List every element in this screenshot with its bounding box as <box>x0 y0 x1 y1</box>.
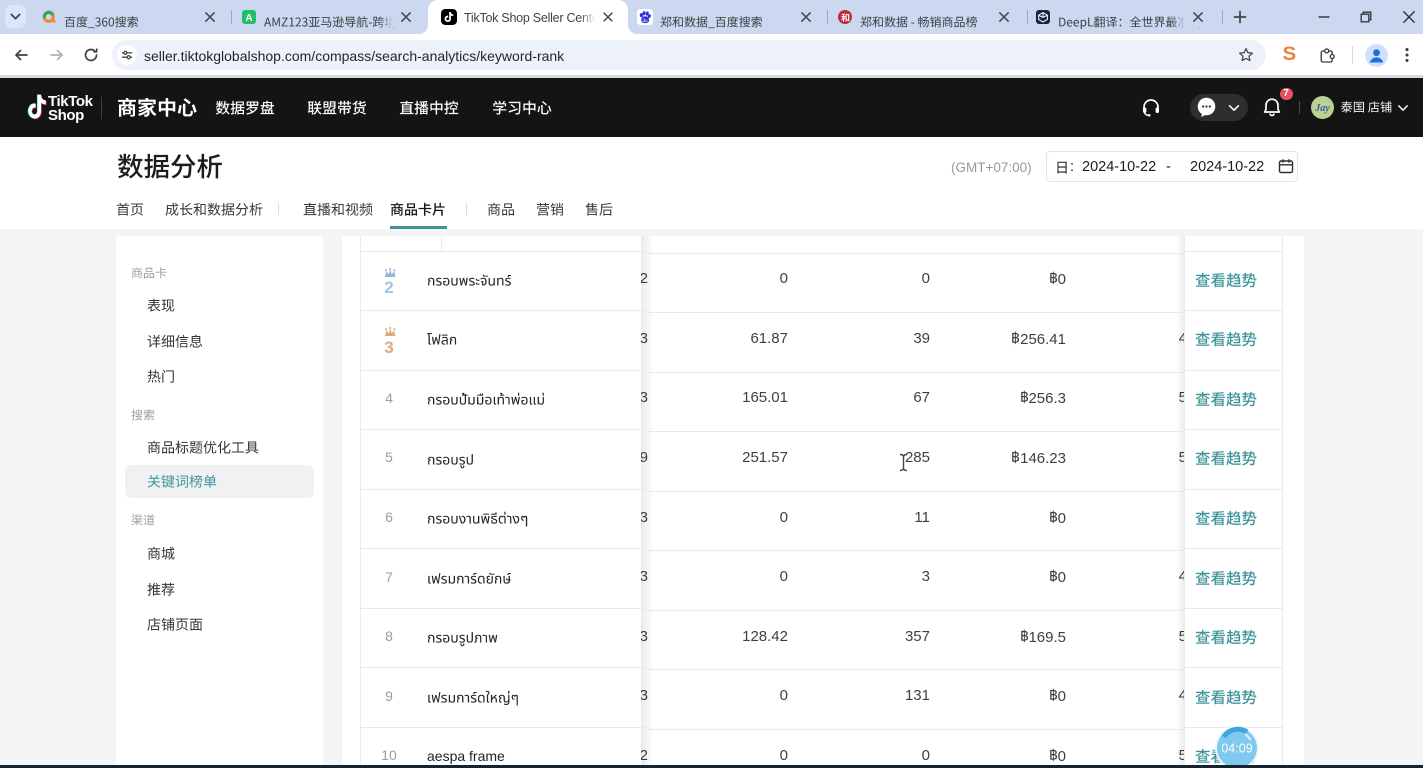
svg-text:04:09: 04:09 <box>1221 742 1252 756</box>
svg-text:A: A <box>245 13 252 24</box>
svg-text:du: du <box>642 18 648 23</box>
svg-text:Jay: Jay <box>1314 103 1330 114</box>
